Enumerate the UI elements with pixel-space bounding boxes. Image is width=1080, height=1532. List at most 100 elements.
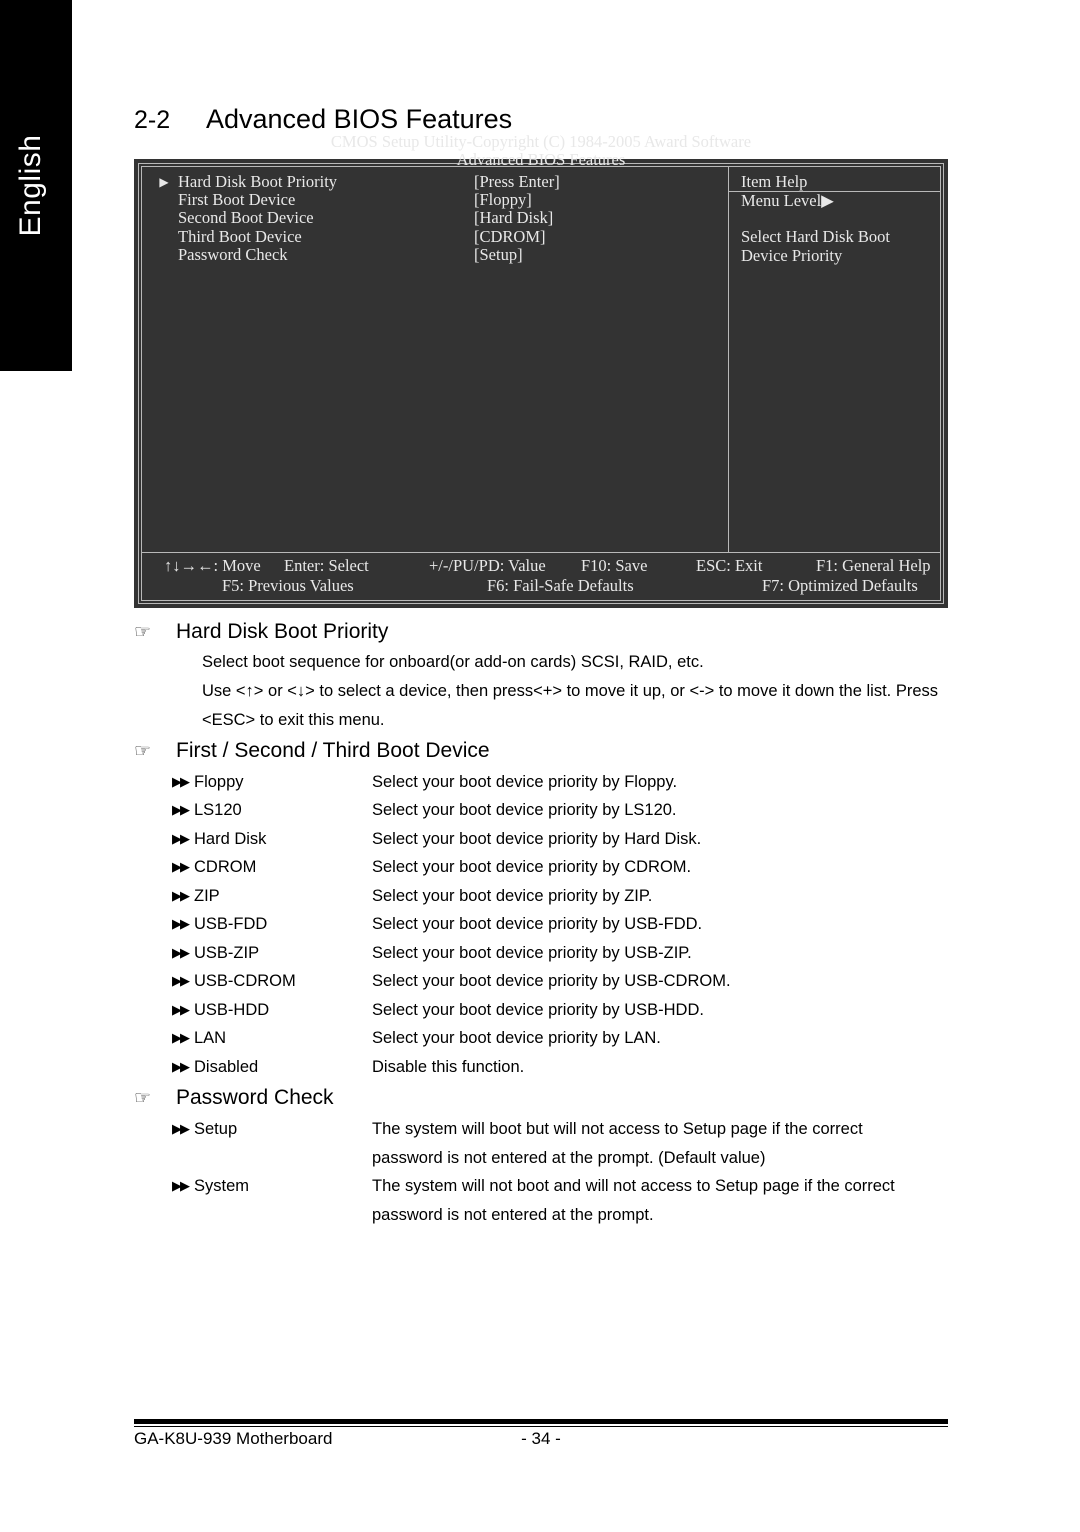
option-name: LAN <box>194 1029 227 1047</box>
pointing-hand-icon: ☞ <box>134 621 152 643</box>
bios-item-value[interactable]: [Setup] <box>474 245 523 264</box>
option-row: ▶▶ CDROM Select your boot device priorit… <box>172 853 1012 882</box>
hard-disk-boot-priority-paragraph-2-line1: Use <↑> or <↓> to select a device, then … <box>202 682 938 700</box>
key-f5-previous-values: F5: Previous Values <box>222 576 354 595</box>
option-description: Select your boot device priority by ZIP. <box>372 887 653 905</box>
selection-arrow-icon <box>150 209 178 227</box>
bios-settings-list: ▶ Hard Disk Boot Priority [Press Enter] … <box>142 167 728 552</box>
option-description: Select your boot device priority by LS12… <box>372 801 677 819</box>
option-description: The system will boot but will not access… <box>372 1115 1012 1172</box>
footer-divider-thin <box>134 1426 948 1427</box>
bios-row[interactable]: Third Boot Device [CDROM] <box>150 226 728 246</box>
option-description: Select your boot device priority by USB-… <box>372 944 692 962</box>
bios-key-legend-row: F5: Previous Values F6: Fail-Safe Defaul… <box>142 576 940 596</box>
option-name: USB-FDD <box>194 915 268 933</box>
bios-key-legend: ↑↓→←: Move Enter: Select +/-/PU/PD: Valu… <box>142 552 940 600</box>
option-row: ▶▶ LAN Select your boot device priority … <box>172 1024 1012 1053</box>
bios-item-label: Password Check <box>178 244 288 264</box>
option-row: ▶▶ System The system will not boot and w… <box>172 1172 1012 1229</box>
option-description-line1: The system will not boot and will not ac… <box>372 1177 895 1195</box>
section-heading-hard-disk-boot-priority: ☞ Hard Disk Boot Priority <box>134 620 388 644</box>
option-name: USB-HDD <box>194 1001 270 1019</box>
double-triangle-bullet-icon: ▶▶ <box>172 859 190 874</box>
double-triangle-bullet-icon: ▶▶ <box>172 1002 190 1017</box>
bios-item-value[interactable]: [CDROM] <box>474 227 546 246</box>
pointing-hand-icon: ☞ <box>134 1087 152 1109</box>
bios-setup-screen: CMOS Setup Utility-Copyright (C) 1984-20… <box>134 132 948 608</box>
menu-level-label: Menu Level▶ <box>741 191 834 210</box>
item-help-panel: Item Help Menu Level▶ Select Hard Disk B… <box>728 167 940 552</box>
section-heading-password-check: ☞ Password Check <box>134 1086 334 1110</box>
double-triangle-bullet-icon: ▶▶ <box>172 945 190 960</box>
bios-row[interactable]: Second Boot Device [Hard Disk] <box>150 209 728 227</box>
double-triangle-bullet-icon: ▶▶ <box>172 802 190 817</box>
bios-titlebar: CMOS Setup Utility-Copyright (C) 1984-20… <box>142 131 940 172</box>
double-triangle-bullet-icon: ▶▶ <box>172 973 190 988</box>
key-move: ↑↓→←: Move <box>164 556 261 575</box>
section-heading-boot-device: ☞ First / Second / Third Boot Device <box>134 739 490 763</box>
key-f10-save: F10: Save <box>581 556 648 575</box>
option-name: System <box>194 1177 250 1195</box>
option-row: ▶▶ Setup The system will boot but will n… <box>172 1115 1012 1172</box>
option-description: The system will not boot and will not ac… <box>372 1172 1012 1229</box>
key-value: +/-/PU/PD: Value <box>429 556 546 575</box>
option-description: Disable this function. <box>372 1058 525 1076</box>
option-row: ▶▶ Disabled Disable this function. <box>172 1053 1012 1082</box>
bios-row[interactable]: Password Check [Setup] <box>150 244 728 264</box>
option-row: ▶▶ USB-CDROM Select your boot device pri… <box>172 967 1012 996</box>
option-description: Select your boot device priority by CDRO… <box>372 858 692 876</box>
key-enter-select: Enter: Select <box>284 556 369 575</box>
option-description-line1: The system will boot but will not access… <box>372 1120 863 1138</box>
option-description-line2: password is not entered at the prompt. <box>372 1205 654 1224</box>
option-row: ▶▶ Floppy Select your boot device priori… <box>172 768 1012 797</box>
option-row: ▶▶ USB-HDD Select your boot device prior… <box>172 996 1012 1025</box>
bios-item-label: Third Boot Device <box>178 226 302 246</box>
double-triangle-bullet-icon: ▶▶ <box>172 916 190 931</box>
section-heading-label: First / Second / Third Boot Device <box>176 739 490 762</box>
double-triangle-bullet-icon: ▶▶ <box>172 1030 190 1045</box>
option-description: Select your boot device priority by Flop… <box>372 773 678 791</box>
option-name: LS120 <box>194 801 242 819</box>
bios-item-value[interactable]: [Floppy] <box>474 190 532 209</box>
double-triangle-bullet-icon: ▶▶ <box>172 831 190 846</box>
selection-arrow-icon: ▶ <box>159 175 169 189</box>
help-spacer <box>729 210 940 228</box>
language-tab-label: English <box>14 134 47 237</box>
key-f1-general-help: F1: General Help <box>816 556 931 575</box>
option-description: Select your boot device priority by LAN. <box>372 1029 661 1047</box>
option-row: ▶▶ USB-ZIP Select your boot device prior… <box>172 939 1012 968</box>
bios-row[interactable]: First Boot Device [Floppy] <box>150 190 728 210</box>
option-name: CDROM <box>194 858 257 876</box>
bios-item-value[interactable]: [Press Enter] <box>474 172 560 191</box>
double-triangle-bullet-icon: ▶▶ <box>172 1178 190 1193</box>
option-name: Setup <box>194 1120 238 1138</box>
bios-item-label: Hard Disk Boot Priority <box>178 172 338 191</box>
option-description-line2: password is not entered at the prompt. (… <box>372 1148 766 1167</box>
option-name: USB-CDROM <box>194 972 296 990</box>
option-description: Select your boot device priority by USB-… <box>372 972 731 990</box>
option-name: Floppy <box>194 773 244 791</box>
selection-arrow-icon <box>150 191 178 209</box>
key-esc-exit: ESC: Exit <box>696 556 763 575</box>
section-heading-label: Hard Disk Boot Priority <box>176 620 389 643</box>
bios-item-label: Second Boot Device <box>178 208 314 228</box>
hard-disk-boot-priority-paragraph-1: Select boot sequence for onboard(or add-… <box>202 653 704 671</box>
double-triangle-bullet-icon: ▶▶ <box>172 888 190 903</box>
bios-body: ▶ Hard Disk Boot Priority [Press Enter] … <box>142 167 940 552</box>
footer-divider <box>134 1419 948 1424</box>
option-description: Select your boot device priority by Hard… <box>372 830 702 848</box>
bios-inner-frame: CMOS Setup Utility-Copyright (C) 1984-20… <box>141 132 941 601</box>
option-name: Disabled <box>194 1058 259 1076</box>
selection-arrow-icon <box>150 228 178 246</box>
key-f7-optimized-defaults: F7: Optimized Defaults <box>762 576 918 595</box>
bios-item-value[interactable]: [Hard Disk] <box>474 209 553 227</box>
selection-arrow-icon <box>150 246 178 264</box>
item-help-text-line1: Select Hard Disk Boot <box>741 227 890 247</box>
bios-item-label: First Boot Device <box>178 190 296 210</box>
pointing-hand-icon: ☞ <box>134 740 152 762</box>
double-triangle-bullet-icon: ▶▶ <box>172 774 190 789</box>
footer-page-number: - 34 - <box>521 1429 561 1448</box>
option-name: ZIP <box>194 887 220 905</box>
bios-row[interactable]: ▶ Hard Disk Boot Priority [Press Enter] <box>150 172 728 191</box>
item-help-title: Item Help <box>729 173 940 192</box>
